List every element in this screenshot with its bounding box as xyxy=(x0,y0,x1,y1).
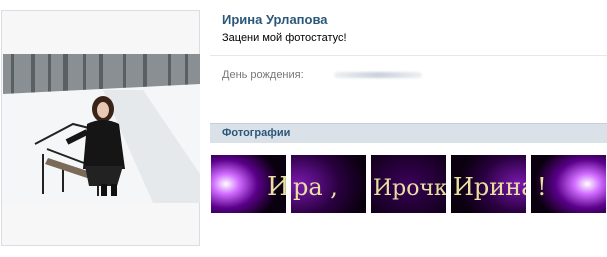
photos-section-header[interactable]: Фотографии xyxy=(210,123,607,143)
photo-thumb[interactable]: Ирина xyxy=(451,155,526,213)
photostatus-image: Ирина xyxy=(451,155,526,213)
photo-thumb[interactable]: ! xyxy=(531,155,606,213)
photostatus-strip: И ра , Ирочка , xyxy=(211,155,607,213)
photostatus-text: ра , xyxy=(293,173,338,201)
photo-thumb[interactable]: Ирочка , xyxy=(371,155,446,213)
photostatus-text: ! xyxy=(537,173,547,201)
photostatus-image: ра , xyxy=(291,155,366,213)
profile-name[interactable]: Ирина Урлапова xyxy=(222,12,328,27)
photo-thumb[interactable]: ра , xyxy=(291,155,366,213)
photo-thumb[interactable]: И xyxy=(211,155,286,213)
photostatus-image: ! xyxy=(531,155,606,213)
photostatus-text: Ирочка , xyxy=(373,176,446,201)
profile-avatar-frame xyxy=(1,10,200,246)
birthday-label: День рождения: xyxy=(222,69,304,81)
photostatus-image: И xyxy=(211,155,286,213)
divider xyxy=(210,55,607,56)
photostatus-text: Ирина xyxy=(453,173,526,201)
profile-status[interactable]: Зацени мой фотостатус! xyxy=(222,32,347,44)
photostatus-image: Ирочка , xyxy=(371,155,446,213)
profile-photo[interactable] xyxy=(3,54,200,203)
profile-photo-image xyxy=(3,54,200,203)
birthday-value-blurred xyxy=(334,72,422,78)
photostatus-text: И xyxy=(267,172,286,202)
photos-section-title: Фотографии xyxy=(222,127,291,139)
